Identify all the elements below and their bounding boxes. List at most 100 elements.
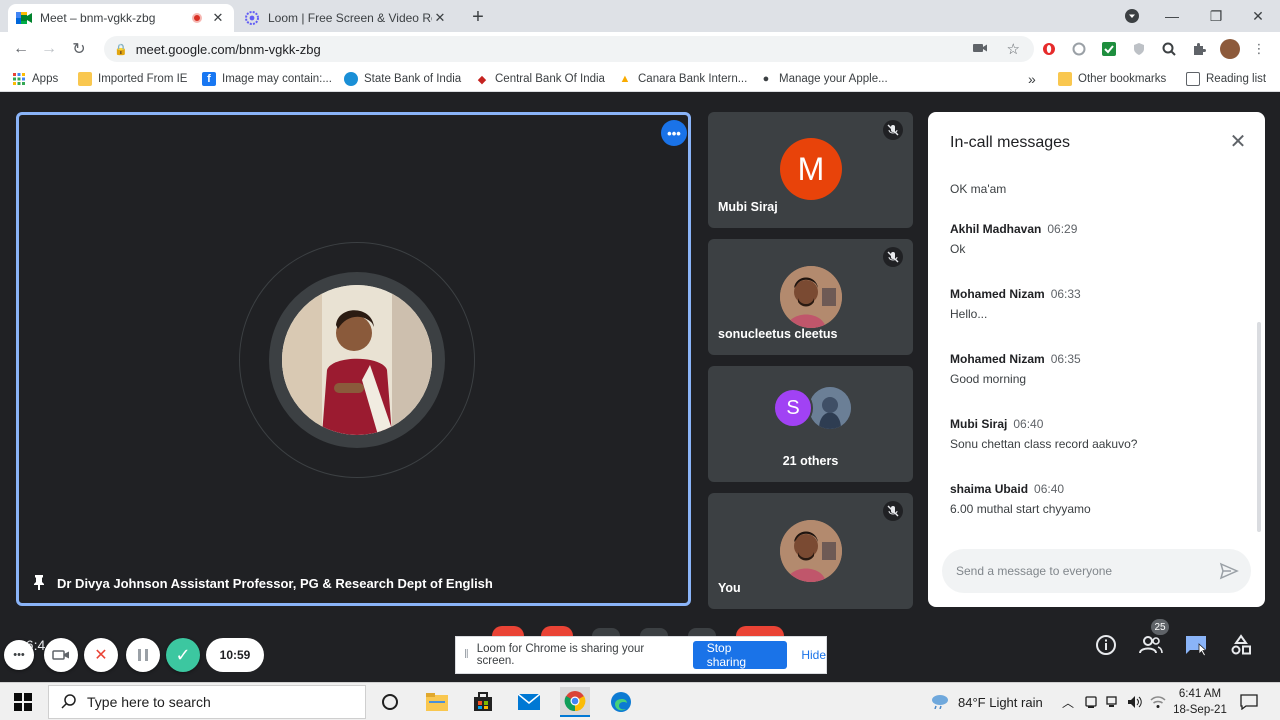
drag-handle-icon[interactable]: ‖	[464, 649, 469, 661]
forward-button[interactable]: →	[38, 38, 60, 60]
participant-tile-others[interactable]: S 21 others	[708, 366, 913, 482]
chat-scrollbar[interactable]	[1257, 322, 1261, 532]
windows-start-icon[interactable]	[8, 687, 38, 717]
participant-name: sonucleetus cleetus	[718, 327, 838, 341]
back-button[interactable]: ←	[10, 38, 32, 60]
loom-menu-button[interactable]: •••	[4, 640, 34, 670]
notifications-icon[interactable]	[1240, 683, 1258, 720]
profile-avatar[interactable]	[1220, 39, 1240, 59]
meet-call-area: ••• Dr Divya Johnson Assistant Professor…	[0, 96, 1280, 682]
message-header: Mohamed Nizam 06:33	[950, 287, 1081, 301]
wifi-icon[interactable]	[1150, 683, 1166, 720]
reading-list[interactable]: Reading list	[1186, 70, 1266, 88]
opera-extension-icon[interactable]	[1040, 40, 1058, 58]
close-window-button[interactable]: ✕	[1236, 0, 1280, 32]
show-hidden-icons[interactable]: ︿	[1062, 683, 1074, 720]
bookmark-apple[interactable]: ● Manage your Apple...	[759, 70, 888, 88]
taskbar-search[interactable]: Type here to search	[48, 685, 366, 719]
message-header: Mubi Siraj 06:40	[950, 417, 1044, 431]
camera-button[interactable]	[541, 626, 573, 636]
main-speaker-tile[interactable]: ••• Dr Divya Johnson Assistant Professor…	[16, 112, 691, 606]
send-icon[interactable]	[1219, 561, 1239, 581]
checkmark-extension-icon[interactable]	[1100, 40, 1118, 58]
profile-dropdown-icon[interactable]	[1110, 0, 1154, 32]
present-button[interactable]	[640, 628, 668, 636]
meet-now-icon[interactable]	[1084, 683, 1098, 720]
pause-icon	[138, 649, 148, 661]
search-icon	[61, 693, 77, 712]
puzzle-extensions-icon[interactable]	[1190, 40, 1208, 58]
maximize-button[interactable]: ❐	[1194, 0, 1238, 32]
leave-call-button[interactable]	[736, 626, 784, 636]
mic-off-icon	[883, 247, 903, 267]
tab-close-icon[interactable]: ✕	[210, 10, 226, 26]
main-speaker-label: Dr Divya Johnson Assistant Professor, PG…	[33, 574, 493, 593]
recording-indicator-icon	[192, 13, 202, 23]
more-options-button[interactable]: •••	[661, 120, 687, 146]
bookmark-canara[interactable]: ▲ Canara Bank Intern...	[618, 70, 748, 88]
sbi-icon	[344, 72, 358, 86]
taskbar-clock[interactable]: 6:41 AM 18-Sep-21	[1172, 686, 1228, 718]
reading-list-icon	[1186, 72, 1200, 86]
minimize-button[interactable]: —	[1150, 0, 1194, 32]
volume-icon[interactable]	[1127, 683, 1143, 720]
more-options-button[interactable]	[688, 628, 716, 636]
network-icon[interactable]	[1106, 683, 1120, 720]
bookmarks-overflow-button[interactable]: »	[1028, 70, 1036, 88]
bookmark-central-bank[interactable]: ◆ Central Bank Of India	[475, 70, 605, 88]
other-bookmarks[interactable]: Other bookmarks	[1058, 70, 1166, 88]
clock-date: 18-Sep-21	[1173, 704, 1227, 716]
pin-icon[interactable]	[33, 574, 45, 593]
reload-button[interactable]: ↻	[68, 38, 90, 60]
loom-finish-button[interactable]: ✓	[166, 638, 200, 672]
file-explorer-icon[interactable]	[422, 687, 452, 717]
loom-icon	[244, 10, 260, 26]
loom-camera-toggle[interactable]	[44, 638, 78, 672]
bookmark-facebook[interactable]: f Image may contain:...	[202, 70, 332, 88]
chevron-up-icon: ︿	[1062, 695, 1075, 710]
chat-icon[interactable]	[1183, 632, 1209, 658]
participant-tile-sonucleetus[interactable]: sonucleetus cleetus	[708, 239, 913, 355]
edge-icon[interactable]	[606, 687, 636, 717]
avatar	[780, 266, 842, 328]
loom-pause-button[interactable]	[126, 638, 160, 672]
shield-extension-icon[interactable]	[1130, 40, 1148, 58]
people-icon[interactable]	[1138, 632, 1164, 658]
address-bar[interactable]: 🔒 meet.google.com/bnm-vgkk-zbg ☆	[104, 36, 1034, 62]
captions-button[interactable]	[592, 628, 620, 636]
new-tab-button[interactable]: +	[468, 6, 488, 29]
stop-sharing-button[interactable]: Stop sharing	[692, 641, 788, 669]
apps-grid-icon	[12, 72, 26, 86]
bookmark-sbi[interactable]: State Bank of India	[344, 70, 461, 88]
bookmark-imported-from-ie[interactable]: Imported From IE	[78, 70, 187, 88]
activities-icon[interactable]	[1228, 632, 1254, 658]
extension-icon[interactable]	[1070, 40, 1088, 58]
hide-button[interactable]: Hide	[801, 648, 826, 662]
bookmark-star-icon[interactable]: ☆	[1007, 40, 1020, 58]
camera-icon[interactable]	[972, 41, 988, 58]
participant-tile-mubi-siraj[interactable]: M Mubi Siraj	[708, 112, 913, 228]
message-text: 6.00 muthal start chyyamo	[950, 502, 1091, 516]
loom-cancel-button[interactable]: ✕	[84, 638, 118, 672]
tab-meet[interactable]: Meet – bnm-vgkk-zbg ✕	[8, 4, 234, 32]
cortana-icon[interactable]	[375, 687, 405, 717]
bookmark-apps[interactable]: Apps	[12, 70, 58, 88]
message-list[interactable]: OK ma'am Akhil Madhavan 06:29 Ok Mohamed …	[950, 182, 1250, 516]
message-input[interactable]: Send a message to everyone	[942, 549, 1251, 593]
search-extension-icon[interactable]	[1160, 40, 1178, 58]
participant-tile-you[interactable]: You	[708, 493, 913, 609]
weather-widget[interactable]: 84°F Light rain	[930, 683, 1043, 720]
mic-button[interactable]	[492, 626, 524, 636]
info-icon[interactable]	[1093, 632, 1119, 658]
store-icon[interactable]	[468, 687, 498, 717]
chrome-taskbar-icon[interactable]	[560, 687, 590, 717]
mail-icon[interactable]	[514, 687, 544, 717]
tab-close-icon[interactable]: ✕	[432, 10, 448, 26]
mic-off-icon	[883, 501, 903, 521]
tab-loom[interactable]: Loom | Free Screen & Video Reco ✕	[236, 4, 456, 32]
chrome-menu-icon[interactable]: ⋮	[1250, 40, 1268, 58]
google-meet-icon	[16, 10, 32, 26]
participant-name: You	[718, 581, 741, 595]
main-speaker-avatar	[269, 272, 445, 448]
close-icon[interactable]: ✕	[1227, 130, 1249, 153]
